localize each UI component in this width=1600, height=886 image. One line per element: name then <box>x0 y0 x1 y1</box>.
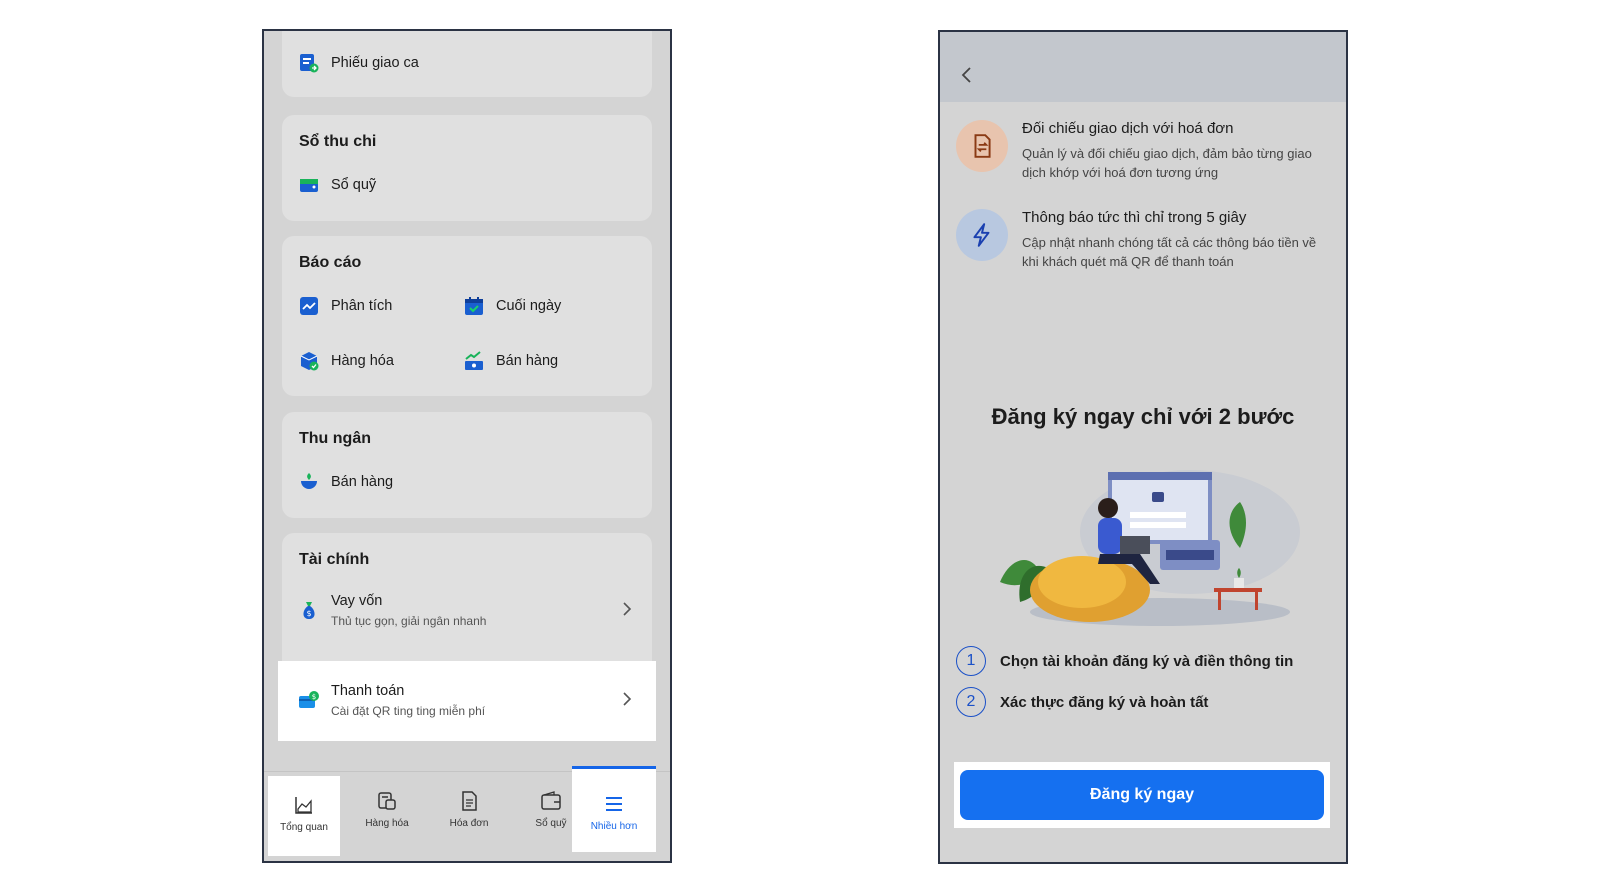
finance-row-payment[interactable]: $ Thanh toán Cài đặt QR ting ting miễn p… <box>278 665 656 735</box>
bottom-tab-bar: Tổng quan Hàng hóa Hóa đơn Sổ quỹ Nhiều … <box>264 766 670 861</box>
card-title: Thu ngân <box>299 430 371 447</box>
menu-item-sales-report[interactable]: Bán hàng <box>464 351 558 371</box>
back-arrow-icon[interactable] <box>960 66 972 84</box>
signup-headline: Đăng ký ngay chỉ với 2 bước <box>991 404 1295 429</box>
menu-item-goods-report[interactable]: Hàng hóa <box>299 351 394 371</box>
menu-item-cash-fund[interactable]: Sổ quỹ <box>299 175 376 195</box>
document-compare-icon <box>974 134 991 158</box>
shift-report-icon <box>299 53 319 73</box>
menu-item-label: Hàng hóa <box>331 353 394 369</box>
card-title: Tài chính <box>299 551 370 568</box>
feature-title: Đối chiếu giao dịch với hoá đơn <box>1022 120 1234 137</box>
analytics-icon <box>299 296 319 316</box>
sales-report-icon <box>464 351 484 371</box>
cta-highlight: Đăng ký ngay <box>954 762 1330 828</box>
menu-item-pos-sales[interactable]: Bán hàng <box>299 472 393 492</box>
card-title: Sổ thu chi <box>299 133 377 150</box>
svg-text:$: $ <box>312 693 316 701</box>
menu-icon <box>606 797 622 811</box>
menu-item-label: Bán hàng <box>331 474 394 490</box>
finance-row-title: Thanh toán <box>331 682 405 699</box>
chevron-right-icon <box>623 602 632 616</box>
feature-icon-bg <box>956 120 1008 172</box>
tab-invoice[interactable]: Hóa đơn <box>428 772 510 852</box>
chevron-right-icon <box>623 692 632 706</box>
feature-icon-bg <box>956 209 1008 261</box>
wallet-icon <box>541 791 561 810</box>
tab-label: Hàng hóa <box>365 818 409 829</box>
menu-item-label: Phiếu giao ca <box>331 55 419 71</box>
step-text: Xác thực đăng ký và hoàn tất <box>1000 693 1209 711</box>
goods-icon <box>378 792 396 810</box>
feature-description: Quản lý và đối chiếu giao dịch, đảm bảo … <box>1022 146 1312 180</box>
tab-label: Nhiều hơn <box>590 821 638 832</box>
menu-item-shift-report[interactable]: Phiếu giao ca <box>299 53 419 73</box>
cashbook-card: Sổ thu chi Sổ quỹ <box>282 115 652 221</box>
pos-sales-icon <box>299 472 319 492</box>
menu-item-label: Bán hàng <box>496 353 559 369</box>
lightning-icon <box>973 223 990 247</box>
step-1: 1 Chọn tài khoản đăng ký và điền thông t… <box>956 646 1293 676</box>
signup-illustration <box>1000 470 1300 626</box>
tab-label: Hóa đơn <box>449 818 489 829</box>
payment-row-highlight: $ Thanh toán Cài đặt QR ting ting miễn p… <box>278 661 656 741</box>
feature-description: Cập nhật nhanh chóng tất cả các thông bá… <box>1022 235 1317 269</box>
goods-report-icon <box>299 351 319 371</box>
finance-row-title: Vay vốn <box>331 592 383 609</box>
svg-text:$: $ <box>306 609 311 618</box>
step-number: 1 <box>956 646 986 676</box>
tab-label: Tổng quan <box>280 822 328 833</box>
tab-overview[interactable]: Tổng quan <box>268 776 340 856</box>
tab-more[interactable]: Nhiều hơn <box>572 766 656 852</box>
chart-area-icon <box>295 797 312 814</box>
menu-item-label: Cuối ngày <box>496 298 562 314</box>
feature-title: Thông báo tức thì chỉ trong 5 giây <box>1022 209 1247 226</box>
tab-goods[interactable]: Hàng hóa <box>346 772 428 852</box>
cashier-card: Thu ngân Bán hàng <box>282 412 652 518</box>
menu-item-label: Sổ quỹ <box>331 177 377 193</box>
shift-card: Phiếu giao ca <box>282 31 652 97</box>
step-2: 2 Xác thực đăng ký và hoàn tất <box>956 687 1208 717</box>
step-number: 2 <box>956 687 986 717</box>
finance-row-subtitle: Thủ tục gọn, giải ngân nhanh <box>331 613 487 628</box>
finance-row-loan[interactable]: $ Vay vốn Thủ tục gọn, giải ngân nhanh <box>282 575 652 645</box>
menu-item-analytics[interactable]: Phân tích <box>299 296 392 316</box>
menu-item-label: Phân tích <box>331 298 393 314</box>
cash-fund-icon <box>299 175 319 195</box>
calendar-check-icon <box>464 296 484 316</box>
reports-card: Báo cáo Phân tích Cuối ngày Hàng hóa Bán… <box>282 236 652 396</box>
payment-card-icon: $ <box>299 690 319 710</box>
step-text: Chọn tài khoản đăng ký và điền thông tin <box>1000 652 1294 670</box>
right-phone-screen: Đối chiếu giao dịch với hoá đơn Quản lý … <box>938 30 1348 864</box>
invoice-icon <box>462 791 477 811</box>
register-now-button[interactable]: Đăng ký ngay <box>960 770 1324 820</box>
left-phone-screen: Phiếu giao ca Sổ thu chi Sổ quỹ Báo cáo … <box>262 29 672 863</box>
tab-label: Sổ quỹ <box>535 818 567 829</box>
menu-item-end-of-day[interactable]: Cuối ngày <box>464 296 561 316</box>
top-nav-bar <box>940 32 1346 102</box>
card-title: Báo cáo <box>299 254 362 271</box>
finance-row-subtitle: Cài đặt QR ting ting miễn phí <box>331 703 486 718</box>
money-bag-icon: $ <box>299 600 319 620</box>
